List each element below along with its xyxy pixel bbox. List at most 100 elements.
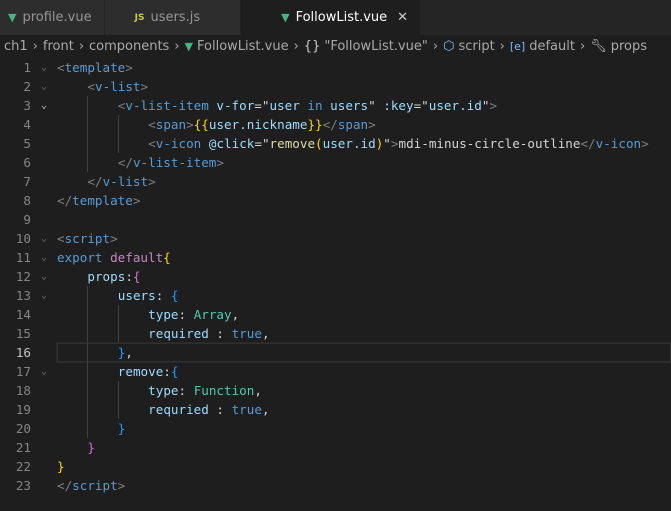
code-line[interactable]: 6 </v-list-item>	[0, 153, 671, 172]
code-token: >	[132, 193, 141, 208]
code-line[interactable]: 5 <v-icon @click="remove(user.id)">mdi-mi…	[0, 134, 671, 153]
indent-guide	[57, 134, 87, 153]
code-token: {	[132, 269, 141, 284]
breadcrumb-module[interactable]: "FollowList.vue"	[324, 39, 428, 54]
line-number: 22	[15, 459, 31, 474]
code-token: v-list-item	[132, 155, 217, 170]
fold-chevron-icon[interactable]: ⌄	[31, 96, 57, 115]
code-token: <	[57, 60, 65, 75]
code-token: </	[580, 136, 596, 151]
line-content: type: Function,	[57, 381, 671, 400]
code-token: remove	[117, 364, 164, 379]
indent-guide	[87, 419, 117, 438]
code-token: </	[117, 155, 133, 170]
breadcrumb-front[interactable]: front	[43, 39, 74, 54]
line-content	[57, 210, 671, 229]
code-token: Function	[193, 383, 255, 398]
code-token: :	[208, 326, 232, 341]
code-line[interactable]: 23 </script>	[0, 476, 671, 495]
code-token: >	[110, 231, 118, 246]
fold-chevron-icon[interactable]: ⌄	[31, 267, 57, 286]
line-content: }	[57, 438, 671, 457]
code-line[interactable]: 17 ⌄ remove:{	[0, 362, 671, 381]
fold-gutter	[31, 343, 57, 362]
line-content: remove:{	[57, 362, 671, 381]
line-number: 17	[15, 364, 31, 379]
fold-chevron-icon[interactable]: ⌄	[31, 58, 57, 77]
indent-guide	[87, 362, 117, 381]
indent-guide	[117, 305, 148, 324]
code-token: :	[163, 364, 171, 379]
tab-users-js[interactable]: JS users.js	[104, 0, 242, 35]
code-token: v-for	[216, 98, 255, 113]
line-number: 16	[15, 345, 31, 360]
code-token: >	[489, 98, 498, 113]
code-line[interactable]: 12 ⌄ props:{	[0, 267, 671, 286]
breadcrumb-props[interactable]: props	[611, 39, 647, 54]
indent-guide	[57, 362, 87, 381]
code-line[interactable]: 21}	[0, 438, 671, 457]
chevron-right-icon: ›	[32, 39, 38, 54]
fold-gutter	[31, 210, 57, 229]
line-number: 6	[23, 155, 31, 170]
code-token: :	[155, 288, 171, 303]
code-line[interactable]: 19 requried : true,	[0, 400, 671, 419]
code-line[interactable]: 3 ⌄ <v-list-item v-for="user in users" :ke…	[0, 96, 671, 115]
fold-chevron-icon[interactable]: ⌄	[31, 248, 57, 267]
line-content: </script>	[57, 476, 671, 495]
line-content: users: {	[57, 286, 671, 305]
code-token: <	[148, 117, 156, 132]
line-number: 8	[23, 193, 31, 208]
variable-icon: [e]	[509, 40, 526, 53]
code-line[interactable]: 7 </v-list>	[0, 172, 671, 191]
line-content: export default{	[57, 248, 671, 267]
code-line[interactable]: 13 ⌄ users: {	[0, 286, 671, 305]
code-line[interactable]: 8 </template>	[0, 191, 671, 210]
code-line[interactable]: 4 <span>{{user.nickname}}</span>	[0, 115, 671, 134]
code-line[interactable]: 11 ⌄ export default{	[0, 248, 671, 267]
code-token: v-icon	[155, 136, 202, 151]
chevron-right-icon: ›	[579, 39, 586, 54]
chevron-right-icon: ›	[174, 39, 180, 54]
fold-chevron-icon[interactable]: ⌄	[31, 229, 57, 248]
tab-followlist-vue[interactable]: ▼ FollowList.vue ✕	[241, 0, 422, 35]
code-line[interactable]: 22}	[0, 457, 671, 476]
code-line[interactable]: 20}	[0, 419, 671, 438]
code-editor[interactable]: 1 ⌄ <template> 2 ⌄ <v-list> 3 ⌄ <v-list-item v-f…	[0, 58, 671, 495]
code-line[interactable]: 18 type: Function,	[0, 381, 671, 400]
indent-guide	[87, 324, 117, 343]
code-line[interactable]: 14 type: Array,	[0, 305, 671, 324]
code-line[interactable]: 15 required : true,	[0, 324, 671, 343]
breadcrumb-file[interactable]: FollowList.vue	[197, 39, 289, 54]
code-token: :	[125, 269, 133, 284]
line-number: 18	[15, 383, 31, 398]
breadcrumb-ch1[interactable]: ch1	[4, 39, 28, 54]
indent-guide	[87, 115, 117, 134]
indent-guide	[117, 134, 148, 153]
indent-guide	[87, 381, 117, 400]
fold-chevron-icon[interactable]: ⌄	[31, 362, 57, 381]
line-number: 23	[15, 478, 31, 493]
code-line[interactable]: 2 ⌄ <v-list>	[0, 77, 671, 96]
fold-chevron-icon[interactable]: ⌄	[31, 286, 57, 305]
chevron-right-icon: ›	[293, 39, 299, 54]
line-number: 5	[23, 136, 31, 151]
close-icon[interactable]: ✕	[397, 10, 408, 25]
breadcrumb-default[interactable]: default	[529, 39, 575, 54]
code-token: >	[641, 136, 649, 151]
indent-guide	[57, 324, 87, 343]
code-line[interactable]: 10 ⌄ <script>	[0, 229, 671, 248]
code-token: "	[383, 136, 391, 151]
breadcrumb-components[interactable]: components	[89, 39, 169, 54]
code-line[interactable]: 1 ⌄ <template>	[0, 58, 671, 77]
fold-chevron-icon[interactable]: ⌄	[31, 77, 57, 96]
fold-gutter	[31, 438, 57, 457]
vue-icon: ▼	[281, 11, 290, 24]
breadcrumb-script[interactable]: script	[458, 39, 494, 54]
line-number: 11	[15, 250, 31, 265]
code-token: }	[57, 459, 65, 474]
code-line[interactable]: 9	[0, 210, 671, 229]
tab-profile-vue[interactable]: ▼ profile.vue	[0, 0, 105, 35]
indent-guide	[57, 286, 87, 305]
code-line[interactable]: 16},	[0, 342, 671, 363]
